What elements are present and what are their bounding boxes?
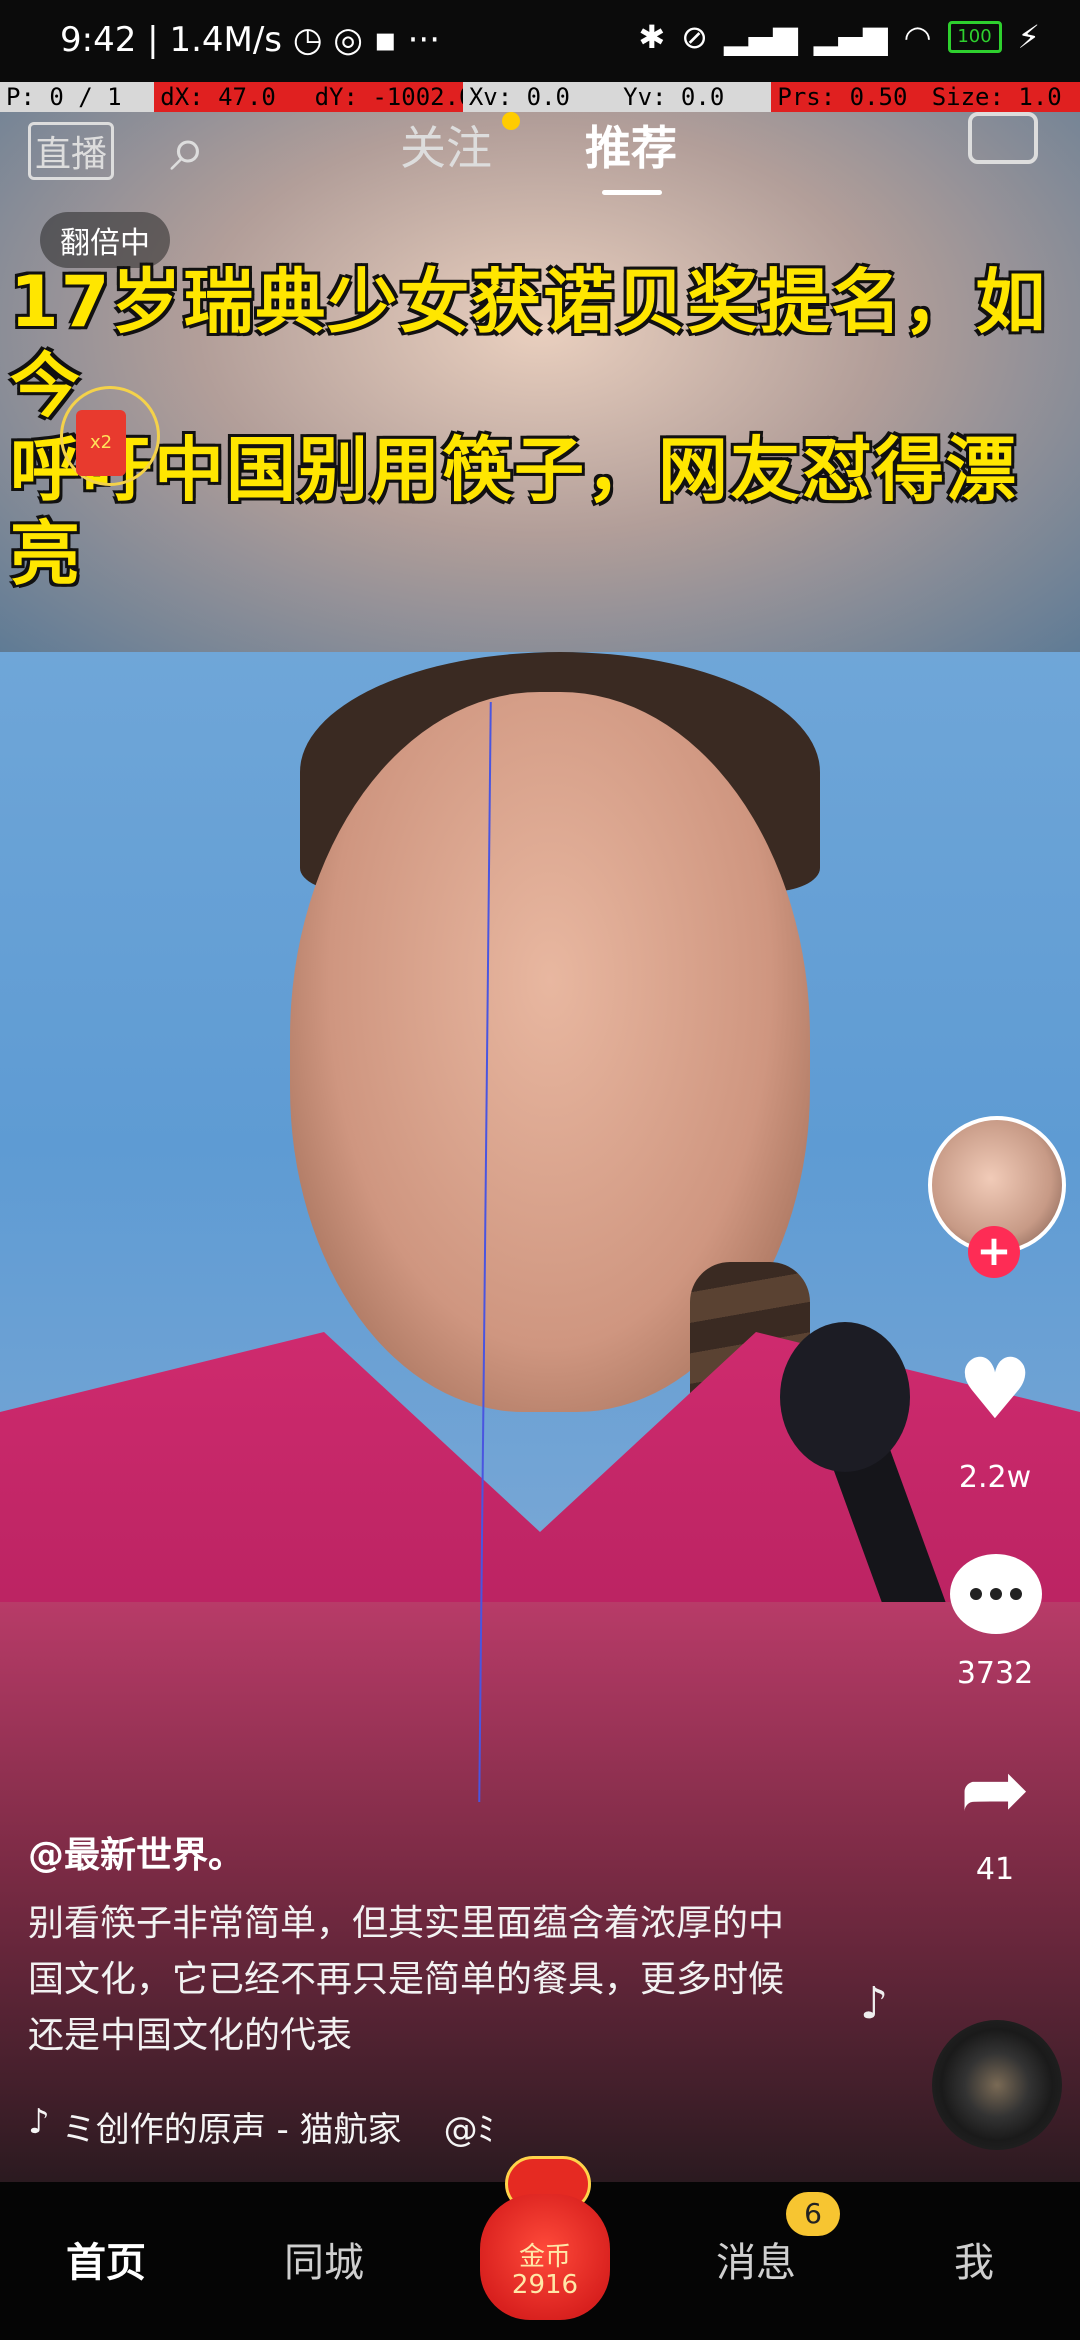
- coin-bag-button[interactable]: 金币 2916: [480, 2150, 610, 2320]
- following-dot: [502, 112, 520, 130]
- share-count: 41: [975, 1852, 1015, 1887]
- top-nav: 直播 ⌕ 关注 推荐: [0, 112, 1080, 212]
- comment-count: 3732: [956, 1656, 1034, 1691]
- coin-label: 金币: [518, 2242, 571, 2272]
- camera-icon[interactable]: [968, 112, 1038, 164]
- comment-icon[interactable]: [950, 1554, 1042, 1634]
- video-blurred-bottom: [0, 1602, 1080, 2182]
- music-info[interactable]: ♪ ミ创作的原声 - 猫航家 @ﾐ: [28, 2102, 495, 2151]
- music-disc[interactable]: [932, 2020, 1062, 2150]
- music-title: ミ创作的原声 - 猫航家: [61, 2110, 402, 2150]
- charging-icon: ⚡: [1017, 18, 1040, 56]
- nav-nearby[interactable]: 同城: [244, 2230, 404, 2288]
- music-title-suffix: @ﾐ: [443, 2110, 495, 2150]
- search-icon[interactable]: ⌕: [170, 112, 206, 186]
- video-headline: 17岁瑞典少女获诺贝奖提名，如今 呼吁中国别用筷子，网友怼得漂亮: [10, 260, 1080, 596]
- debug-dx: dX: 47.0: [154, 82, 309, 112]
- music-note-icon: ♪: [860, 1978, 889, 2029]
- status-icons: ✱ ⊘ ▂▄▆ ▂▄▆ ◠ 100 ⚡: [638, 18, 1040, 56]
- debug-dy: dY: -1002.0: [308, 82, 463, 112]
- tab-recommend[interactable]: 推荐: [585, 112, 677, 178]
- video-description: 别看筷子非常简单，但其实里面蕴含着浓厚的中国文化，它已经不再只是简单的餐具，更多…: [28, 1903, 785, 2056]
- live-button[interactable]: 直播: [28, 122, 115, 180]
- headline-line-2: 呼吁中国别用筷子，网友怼得漂亮: [10, 429, 1018, 595]
- bluetooth-icon: ✱: [638, 18, 666, 56]
- status-bar: 9:42 | 1.4M/s ◷ ◎ ▪ ··· ✱ ⊘ ▂▄▆ ▂▄▆ ◠ 10…: [0, 0, 1080, 82]
- nfc-icon: ⊘: [681, 18, 708, 56]
- follow-button[interactable]: +: [968, 1226, 1020, 1278]
- red-packet-button[interactable]: x2: [76, 410, 126, 476]
- coin-value: 2916: [511, 2270, 579, 2300]
- battery-icon: 100: [947, 21, 1002, 53]
- debug-prs: Prs: 0.50: [771, 82, 926, 112]
- debug-size: Size: 1.0: [925, 82, 1080, 112]
- nav-messages[interactable]: 消息: [676, 2230, 836, 2288]
- pointer-debug-bar: P: 0 / 1 dX: 47.0 dY: -1002.0 Xv: 0.0 Yv…: [0, 82, 1080, 112]
- messages-badge: 6: [786, 2192, 840, 2236]
- signal2-icon: ▂▄▆: [813, 18, 888, 56]
- tab-following[interactable]: 关注: [400, 112, 492, 178]
- signal-icon: ▂▄▆: [723, 18, 798, 56]
- tiktok-note-icon: ♪: [28, 2102, 50, 2142]
- nav-me[interactable]: 我: [894, 2230, 1054, 2288]
- like-icon[interactable]: ♥: [940, 1340, 1050, 1438]
- active-tab-underline: [602, 190, 662, 195]
- debug-p: P: 0 / 1: [0, 82, 155, 112]
- debug-yv: Yv: 0.0: [617, 82, 772, 112]
- share-icon[interactable]: ➦: [940, 1740, 1050, 1838]
- wifi-icon: ◠: [903, 18, 932, 56]
- video-microphone: [780, 1322, 910, 1472]
- status-time: 9:42 | 1.4M/s ◷ ◎ ▪ ···: [60, 20, 441, 60]
- network-speed: 1.4M/s: [169, 20, 283, 60]
- headline-line-1: 17岁瑞典少女获诺贝奖提名，如今: [10, 261, 1048, 427]
- like-count: 2.2w: [958, 1460, 1032, 1495]
- clock-text: 9:42: [60, 20, 137, 60]
- author-name[interactable]: @最新世界。: [28, 1826, 244, 1878]
- nav-home[interactable]: 首页: [26, 2230, 186, 2288]
- debug-xv: Xv: 0.0: [462, 82, 618, 112]
